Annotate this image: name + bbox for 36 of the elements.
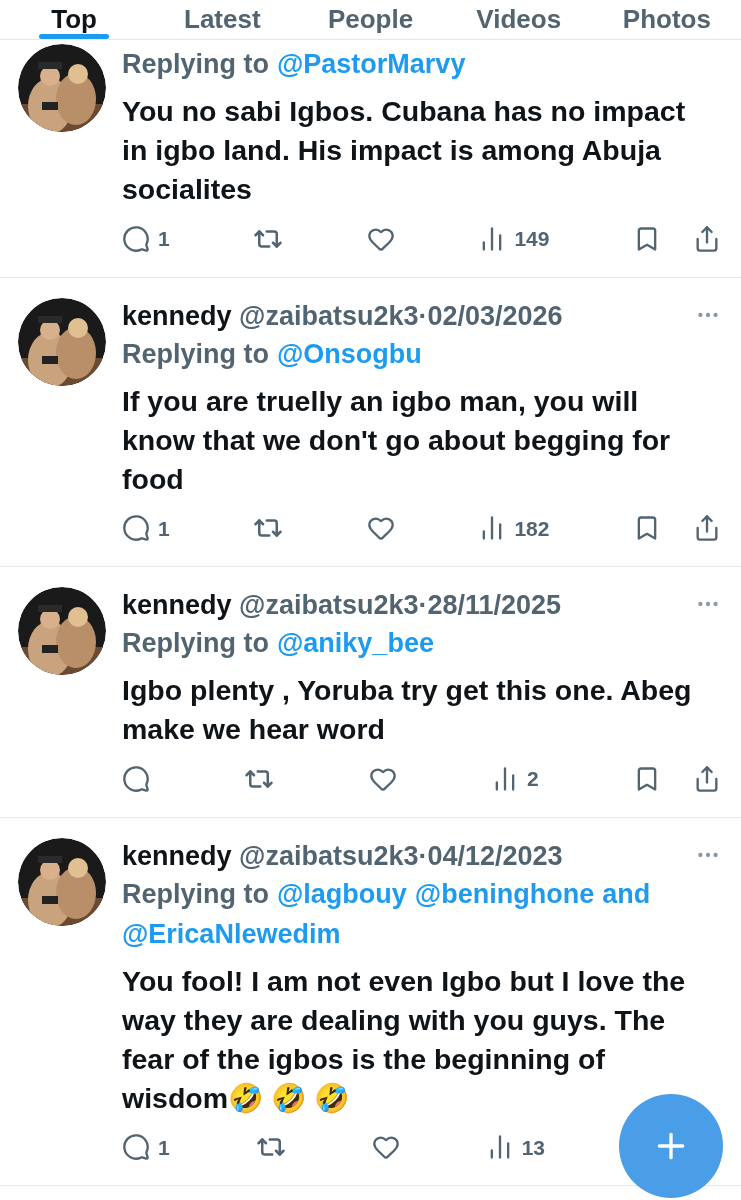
- author-name: kennedy: [122, 840, 232, 871]
- views-button[interactable]: 182: [478, 512, 550, 544]
- reply-button[interactable]: 1: [122, 512, 170, 544]
- tab[interactable]: Photos: [592, 0, 741, 39]
- reply-label: Replying to: [122, 337, 269, 371]
- tweet-text: You no sabi Igbos. Cubana has no impact in igbo land. His impact is among Abuja socialites: [122, 94, 687, 207]
- author-name: kennedy: [122, 300, 232, 331]
- reply-label: Replying to: [122, 48, 269, 81]
- reply-label: Replying to: [122, 627, 269, 660]
- speech-bubble-icon: [122, 514, 150, 543]
- reply-button[interactable]: 1: [122, 1131, 170, 1163]
- tweet-meta: @zaibatsu2k3·02/03/2026: [239, 300, 563, 331]
- conjunction-text: and: [602, 877, 651, 911]
- views-button[interactable]: 2: [491, 763, 539, 795]
- tab[interactable]: Latest: [148, 0, 297, 39]
- views-button[interactable]: 149: [478, 223, 550, 255]
- reply-label: Replying to: [122, 877, 269, 911]
- author-name: kennedy: [122, 590, 232, 620]
- views-button[interactable]: 13: [485, 1131, 545, 1163]
- heart-icon: [371, 1133, 400, 1162]
- speech-bubble-icon: [122, 224, 150, 253]
- reply-button[interactable]: [122, 764, 150, 793]
- tweet-meta: @zaibatsu2k3·28/11/2025: [239, 590, 562, 620]
- tweet-meta: @zaibatsu2k3·04/12/2023: [239, 840, 563, 871]
- heart-icon: [366, 514, 395, 543]
- tab[interactable]: People: [296, 0, 445, 39]
- tweet-text: Igbo plenty , Yoruba try get this one. Abeg make we hear word: [122, 673, 693, 747]
- tweet-text: If you are truelly an igbo man, you will know that we don't go about begging for food: [122, 383, 672, 497]
- like-button[interactable]: [371, 1133, 400, 1162]
- reply-button[interactable]: 1: [122, 223, 170, 255]
- tab[interactable]: Videos: [444, 0, 593, 39]
- speech-bubble-icon: [122, 764, 150, 793]
- tab[interactable]: Top: [0, 0, 149, 39]
- tweet-text: You fool! I am not even Igbo but I love the way they are dealing with you guys. The fear of the igbos is the beginning of wisdom🤣 🤣 🤣: [122, 963, 687, 1116]
- like-button[interactable]: [366, 514, 395, 543]
- speech-bubble-icon: [122, 1133, 150, 1162]
